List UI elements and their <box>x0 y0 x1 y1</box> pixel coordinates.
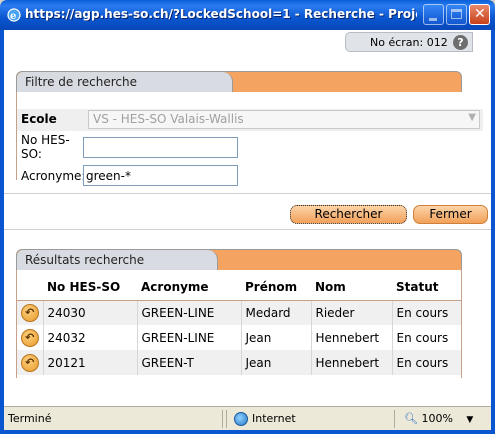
return-arrow-icon[interactable]: ↶ <box>20 328 39 347</box>
acronyme-cell: GREEN-LINE <box>136 325 241 350</box>
prenom-cell: Jean <box>240 325 311 350</box>
results-table: No HES-SO Acronyme Prénom Nom Statut ↶ 2… <box>17 274 461 375</box>
minimize-button[interactable] <box>423 4 444 25</box>
select-cell[interactable]: ↶ <box>17 325 43 350</box>
chevron-down-icon: ▼ <box>466 415 474 425</box>
statut-cell: En cours <box>391 300 461 325</box>
security-zone[interactable]: Internet <box>230 410 300 428</box>
statut-cell: En cours <box>391 325 461 350</box>
divider <box>4 193 491 194</box>
screen-number-box: No écran: 012 ? <box>345 32 473 52</box>
maximize-button[interactable] <box>446 4 467 25</box>
results-panel-tab: Résultats recherche <box>16 249 462 270</box>
ecole-row: Ecole VS - HES-SO Valais-Wallis ▼ <box>17 109 483 131</box>
nom-cell: Hennebert <box>310 325 392 350</box>
acronyme-label: Acronyme: <box>21 169 86 183</box>
no-hes-cell: 24032 <box>42 325 137 350</box>
window-title: https://agp.hes-so.ch/?LockedSchool=1 - … <box>25 7 417 21</box>
svg-text:e: e <box>10 11 16 22</box>
nom-cell: Rieder <box>310 300 392 325</box>
acronyme-cell: GREEN-T <box>136 350 241 375</box>
globe-icon <box>234 412 248 426</box>
internet-explorer-icon: e <box>7 8 21 22</box>
divider <box>4 229 491 230</box>
filter-panel-title: Filtre de recherche <box>17 72 233 92</box>
ecole-value: VS - HES-SO Valais-Wallis <box>93 112 244 126</box>
screen-number: No écran: 012 <box>370 36 448 49</box>
select-cell[interactable]: ↶ <box>17 350 43 375</box>
help-icon[interactable]: ? <box>453 35 468 50</box>
status-bar: Terminé Internet 🔍︎ 100% ▼ <box>4 406 491 430</box>
ecole-label: Ecole <box>21 112 57 126</box>
filter-panel-tab: Filtre de recherche <box>16 71 462 92</box>
column-header: Statut <box>392 274 461 301</box>
prenom-cell: Jean <box>240 350 311 375</box>
close-window-button[interactable]: ✕ <box>469 4 490 25</box>
column-header: Nom <box>311 274 392 301</box>
icon-column-header <box>17 274 43 301</box>
column-header: Prénom <box>241 274 311 301</box>
no-hes-cell: 20121 <box>42 350 137 375</box>
divider <box>394 410 395 428</box>
table-row[interactable]: ↶ 20121 GREEN-T Jean Hennebert En cours <box>17 350 461 375</box>
divider <box>226 410 227 428</box>
ecole-select[interactable]: VS - HES-SO Valais-Wallis ▼ <box>88 110 480 129</box>
no-hes-label: No HES-SO: <box>21 133 70 161</box>
close-button[interactable]: Fermer <box>413 205 488 224</box>
close-icon: ✕ <box>474 6 486 22</box>
return-arrow-icon[interactable]: ↶ <box>20 303 39 322</box>
nom-cell: Hennebert <box>310 350 392 375</box>
column-header: No HES-SO <box>43 274 137 301</box>
status-text: Terminé <box>8 412 52 425</box>
divider <box>222 410 223 428</box>
zoom-control[interactable]: 🔍︎ 100% ▼ <box>400 410 477 428</box>
acronyme-cell: GREEN-LINE <box>136 300 241 325</box>
title-bar: e https://agp.hes-so.ch/?LockedSchool=1 … <box>0 0 495 30</box>
statut-cell: En cours <box>391 350 461 375</box>
search-button[interactable]: Rechercher <box>290 205 407 224</box>
table-row[interactable]: ↶ 24030 GREEN-LINE Medard Rieder En cour… <box>17 300 461 325</box>
minimize-icon <box>429 18 437 21</box>
column-header: Acronyme <box>137 274 241 301</box>
select-cell[interactable]: ↶ <box>17 300 43 325</box>
no-hes-input[interactable] <box>83 137 238 158</box>
prenom-cell: Medard <box>240 300 311 325</box>
return-arrow-icon[interactable]: ↶ <box>20 353 39 372</box>
table-row[interactable]: ↶ 24032 GREEN-LINE Jean Hennebert En cou… <box>17 325 461 350</box>
no-hes-cell: 24030 <box>42 300 137 325</box>
table-header-row: No HES-SO Acronyme Prénom Nom Statut <box>17 274 461 301</box>
results-panel-title: Résultats recherche <box>17 250 218 270</box>
zoom-level: 100% <box>421 412 453 425</box>
acronyme-input[interactable] <box>83 165 238 186</box>
zone-label: Internet <box>252 412 296 425</box>
zoom-icon: 🔍︎ <box>404 412 418 425</box>
maximize-icon <box>451 9 462 19</box>
chevron-down-icon: ▼ <box>468 112 476 123</box>
